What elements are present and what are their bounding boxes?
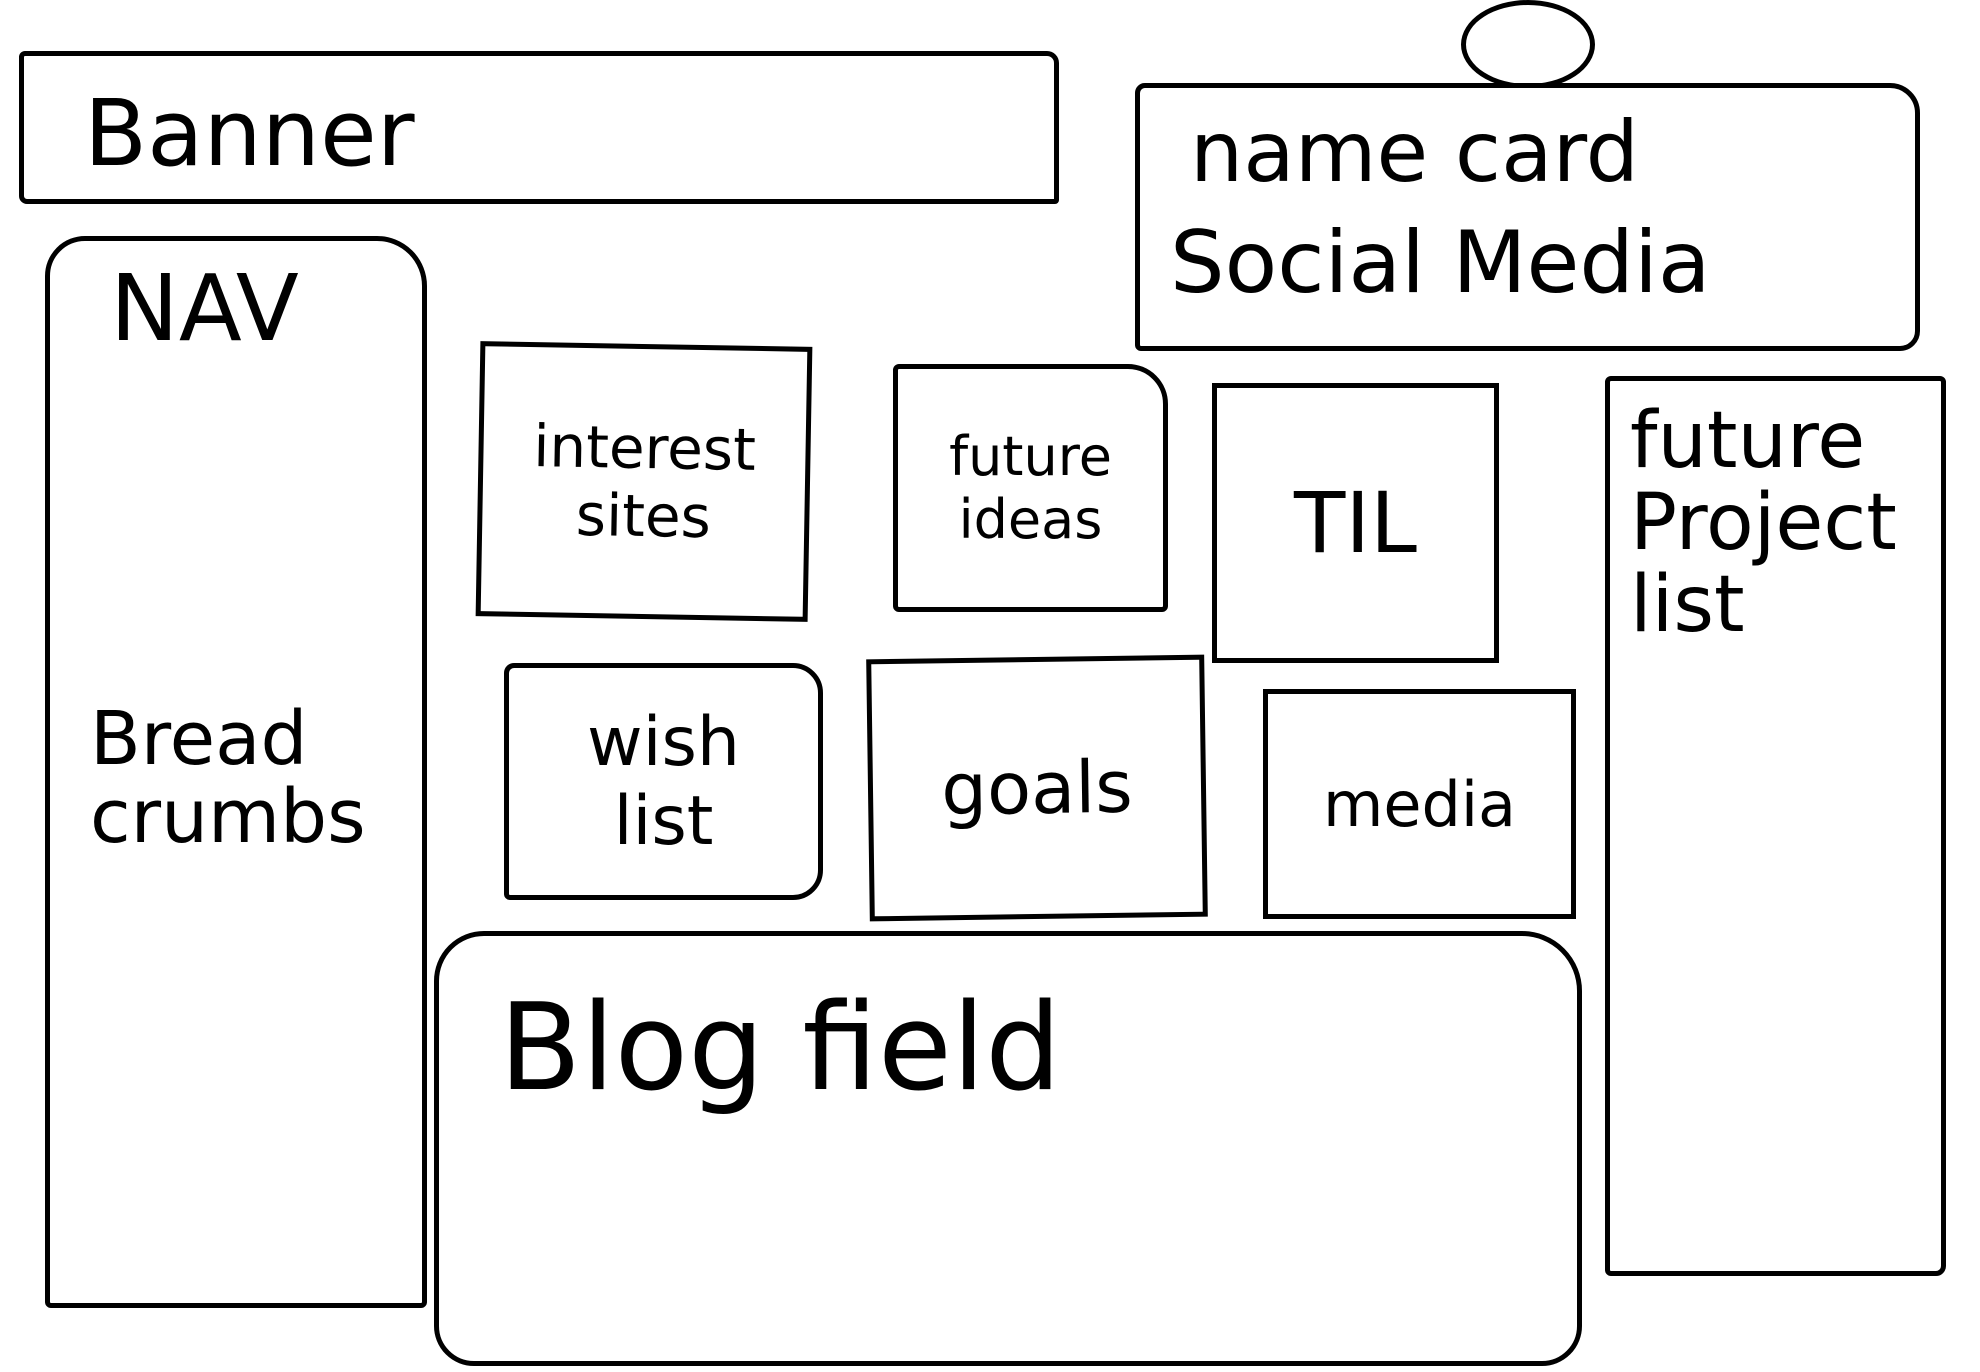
- name-card-title: name card: [1190, 103, 1639, 201]
- future-project-list[interactable]: future Project list: [1605, 376, 1946, 1276]
- tile-label: TIL: [1294, 474, 1417, 572]
- tile-label: interest sites: [532, 411, 757, 551]
- tile-label: wish list: [586, 702, 741, 861]
- tile-media[interactable]: media: [1263, 689, 1576, 919]
- tile-label: media: [1322, 767, 1517, 841]
- breadcrumbs[interactable]: Bread crumbs: [90, 700, 390, 856]
- blog-field-label: Blog field: [499, 979, 1062, 1118]
- avatar-circle-icon: [1461, 0, 1595, 89]
- blog-field[interactable]: Blog field: [434, 931, 1582, 1366]
- tile-til[interactable]: TIL: [1212, 383, 1499, 663]
- tile-label: goals: [940, 744, 1134, 832]
- tile-interest-sites[interactable]: interest sites: [475, 341, 813, 622]
- tile-future-ideas[interactable]: future ideas: [893, 364, 1168, 612]
- name-card: name card Social Media: [1135, 83, 1920, 351]
- tile-goals[interactable]: goals: [866, 654, 1208, 922]
- nav-sidebar: NAV Bread crumbs: [45, 236, 427, 1308]
- tile-label: future ideas: [949, 425, 1112, 551]
- tile-wish-list[interactable]: wish list: [504, 663, 823, 900]
- banner-label: Banner: [84, 80, 415, 187]
- future-project-list-label: future Project list: [1630, 396, 1897, 650]
- nav-title: NAV: [110, 255, 299, 362]
- social-media-links[interactable]: Social Media: [1170, 218, 1711, 309]
- banner: Banner: [19, 51, 1059, 204]
